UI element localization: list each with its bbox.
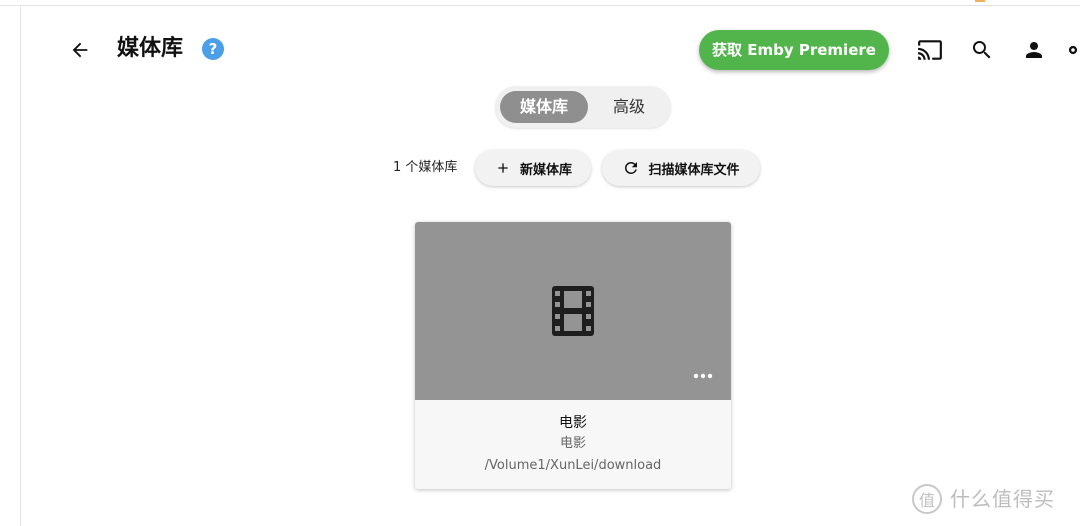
get-premiere-button[interactable]: 获取 Emby Premiere — [699, 30, 889, 70]
scan-library-button[interactable]: 扫描媒体库文件 — [602, 150, 760, 186]
library-count: 1 个媒体库 — [393, 160, 458, 175]
library-card-image[interactable] — [415, 222, 731, 400]
tab-bar: 媒体库 高级 — [495, 86, 671, 128]
library-type: 电影 — [559, 436, 586, 451]
left-border — [20, 5, 21, 526]
cast-icon — [918, 40, 942, 60]
new-library-label: 新媒体库 — [519, 162, 572, 178]
watermark-logo: 值 — [912, 484, 942, 514]
movie-film-icon — [552, 286, 594, 336]
library-card[interactable]: 电影 电影 /Volume1/XunLei/download — [415, 222, 731, 489]
back-arrow-icon — [72, 42, 88, 58]
more-horizontal-icon — [693, 373, 713, 379]
search-icon — [973, 41, 991, 59]
settings-button[interactable] — [1066, 36, 1080, 64]
back-button[interactable] — [66, 36, 94, 64]
settings-icon — [1068, 45, 1078, 55]
plus-icon — [494, 159, 512, 177]
new-library-button[interactable]: 新媒体库 — [475, 150, 591, 186]
page-title: 媒体库 — [117, 36, 184, 61]
help-icon[interactable]: ? — [202, 38, 224, 60]
library-path: /Volume1/XunLei/download — [484, 458, 662, 473]
more-options-button[interactable] — [687, 366, 719, 386]
scan-library-label: 扫描媒体库文件 — [648, 162, 740, 178]
search-button[interactable] — [968, 36, 996, 64]
refresh-icon — [622, 159, 640, 177]
top-border — [0, 5, 1080, 6]
tab-libraries[interactable]: 媒体库 — [500, 91, 588, 123]
tab-advanced[interactable]: 高级 — [593, 91, 665, 123]
library-title[interactable]: 电影 — [415, 413, 731, 433]
user-icon — [1026, 42, 1042, 58]
user-button[interactable] — [1020, 36, 1048, 64]
cast-button[interactable] — [916, 36, 944, 64]
window-accent-mark — [975, 0, 985, 2]
watermark-text: 什么值得买 — [950, 487, 1055, 511]
